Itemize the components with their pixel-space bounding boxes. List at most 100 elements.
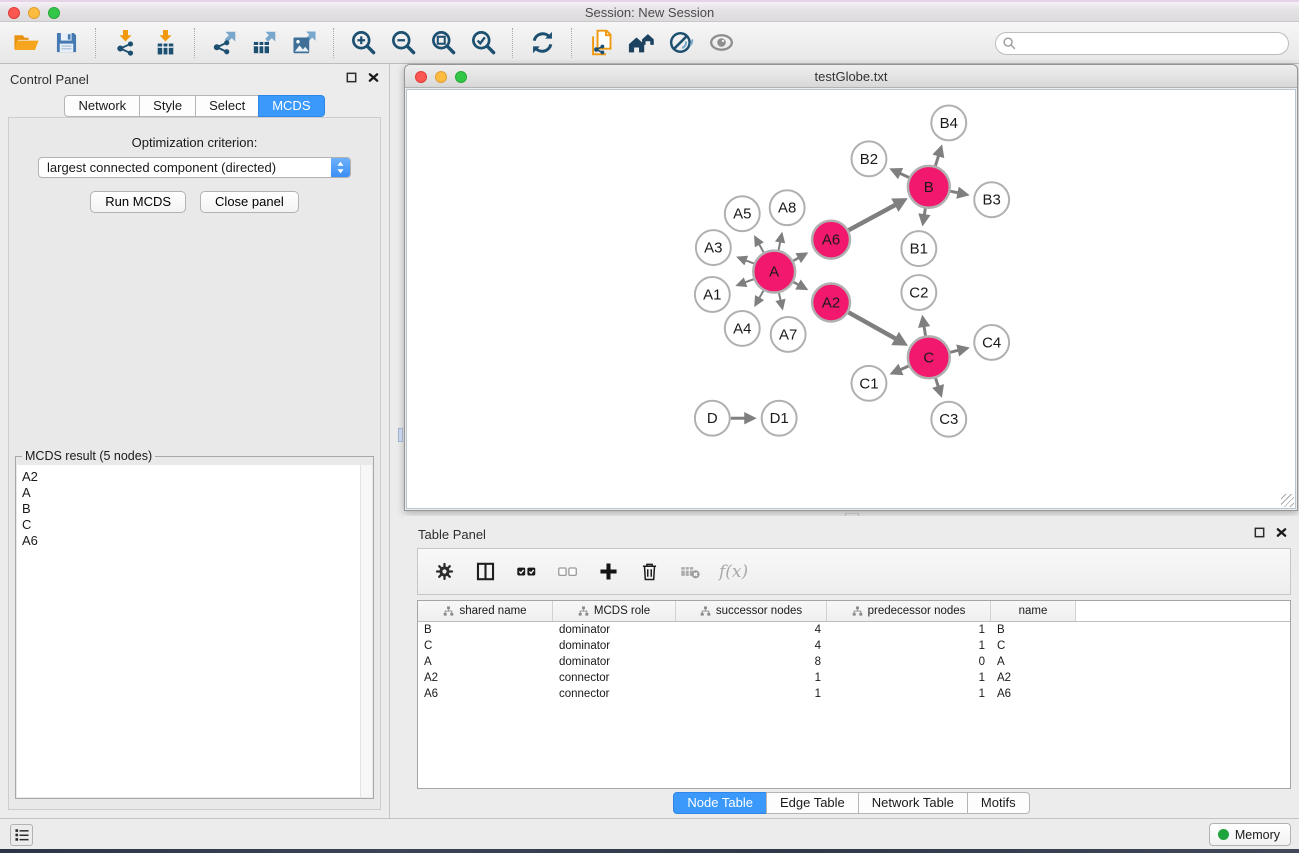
table-row[interactable]: Bdominator41B: [418, 622, 1290, 638]
search-input[interactable]: [1017, 34, 1288, 53]
zoom-out-button[interactable]: [383, 25, 423, 61]
table-cell[interactable]: A: [418, 654, 553, 670]
node-label-C2: C2: [909, 285, 928, 302]
toggle-graphics-details-icon: [668, 29, 695, 56]
tab-network[interactable]: Network: [64, 95, 140, 117]
table-cell[interactable]: 1: [676, 686, 827, 702]
table-cell[interactable]: B: [991, 622, 1076, 638]
tab-node-table[interactable]: Node Table: [673, 792, 767, 814]
table-cell[interactable]: A2: [418, 670, 553, 686]
column-header-predecessor-nodes[interactable]: predecessor nodes: [827, 601, 991, 621]
preview-eye-button[interactable]: [701, 25, 741, 61]
network-window-titlebar[interactable]: testGlobe.txt: [405, 65, 1297, 88]
memory-button[interactable]: Memory: [1209, 823, 1291, 846]
table-cell[interactable]: 0: [827, 654, 991, 670]
table-cell[interactable]: dominator: [553, 654, 676, 670]
column-header-successor-nodes[interactable]: successor nodes: [676, 601, 827, 621]
table-cell[interactable]: connector: [553, 686, 676, 702]
add-column-button[interactable]: [596, 560, 620, 584]
mcds-result-item[interactable]: C: [22, 517, 372, 533]
select-all-button[interactable]: [514, 560, 538, 584]
home-view-button[interactable]: [621, 25, 661, 61]
tab-mcds[interactable]: MCDS: [258, 95, 324, 117]
tab-select[interactable]: Select: [195, 95, 259, 117]
result-list-scrollbar[interactable]: [360, 465, 372, 797]
close-panel-icon[interactable]: [366, 70, 381, 85]
refresh-layout-button[interactable]: [522, 25, 562, 61]
clone-network-button[interactable]: [581, 25, 621, 61]
column-header-name[interactable]: name: [991, 601, 1076, 621]
zoom-in-button[interactable]: [343, 25, 383, 61]
tab-network-table[interactable]: Network Table: [858, 792, 968, 814]
table-cell[interactable]: A: [991, 654, 1076, 670]
node-label-B: B: [924, 179, 934, 196]
mcds-result-item[interactable]: A6: [22, 533, 372, 549]
zoom-selected-button[interactable]: [463, 25, 503, 61]
mcds-result-item[interactable]: B: [22, 501, 372, 517]
vertical-splitter-handle[interactable]: [398, 428, 403, 442]
table-cell[interactable]: dominator: [553, 622, 676, 638]
open-session-button[interactable]: [6, 25, 46, 61]
table-cell[interactable]: 1: [827, 670, 991, 686]
search-field[interactable]: [995, 32, 1289, 55]
table-cell[interactable]: A6: [418, 686, 553, 702]
toggle-graphics-details-button[interactable]: [661, 25, 701, 61]
table-settings-button[interactable]: [432, 560, 456, 584]
deselect-all-button[interactable]: [555, 560, 579, 584]
edge-arrow-D-D1: [744, 412, 756, 424]
function-builder-button[interactable]: f(x): [719, 562, 748, 582]
table-cell[interactable]: 1: [676, 670, 827, 686]
table-cell[interactable]: 1: [827, 686, 991, 702]
desktop-background-strip: [0, 849, 1299, 853]
window-resize-grip[interactable]: [1281, 494, 1294, 507]
import-network-button[interactable]: [105, 25, 145, 61]
table-cell[interactable]: C: [991, 638, 1076, 654]
column-header-mcds-role[interactable]: MCDS role: [553, 601, 676, 621]
zoom-out-icon: [390, 29, 417, 56]
mcds-result-list[interactable]: A2ABCA6: [17, 465, 372, 797]
table-row[interactable]: Adominator80A: [418, 654, 1290, 670]
export-image-button[interactable]: [284, 25, 324, 61]
table-cell[interactable]: 8: [676, 654, 827, 670]
edge-A2-C[interactable]: [848, 312, 896, 339]
table-row[interactable]: A6connector11A6: [418, 686, 1290, 702]
table-cell[interactable]: C: [418, 638, 553, 654]
delete-columns-button[interactable]: [637, 560, 661, 584]
table-cell[interactable]: connector: [553, 670, 676, 686]
close-table-panel-icon[interactable]: [1274, 525, 1289, 540]
table-cell[interactable]: dominator: [553, 638, 676, 654]
network-canvas[interactable]: B4B2BB3A8A5A6A3B1AA1C2A2A4A7C4CC1C3DD1: [406, 89, 1296, 509]
table-cell[interactable]: B: [418, 622, 553, 638]
table-cell[interactable]: 4: [676, 622, 827, 638]
toggle-panel-columns-icon: [475, 561, 496, 582]
close-panel-button[interactable]: Close panel: [200, 191, 299, 213]
table-row[interactable]: Cdominator41C: [418, 638, 1290, 654]
mcds-result-item[interactable]: A2: [22, 469, 372, 485]
toggle-panel-columns-button[interactable]: [473, 560, 497, 584]
table-row[interactable]: A2connector11A2: [418, 670, 1290, 686]
save-session-button[interactable]: [46, 25, 86, 61]
float-panel-icon[interactable]: [344, 70, 359, 85]
table-cell[interactable]: 4: [676, 638, 827, 654]
delete-table-button[interactable]: [678, 560, 702, 584]
show-panels-button[interactable]: [10, 824, 33, 846]
table-cell[interactable]: A6: [991, 686, 1076, 702]
run-mcds-button[interactable]: Run MCDS: [90, 191, 186, 213]
column-header-shared-name[interactable]: shared name: [418, 601, 553, 621]
tab-motifs[interactable]: Motifs: [967, 792, 1030, 814]
export-table-button[interactable]: [244, 25, 284, 61]
deselect-all-icon: [557, 561, 578, 582]
table-cell[interactable]: 1: [827, 638, 991, 654]
mcds-result-item[interactable]: A: [22, 485, 372, 501]
import-table-button[interactable]: [145, 25, 185, 61]
tab-edge-table[interactable]: Edge Table: [766, 792, 859, 814]
optimization-criterion-select[interactable]: largest connected component (directed): [38, 157, 351, 178]
table-cell[interactable]: 1: [827, 622, 991, 638]
export-network-button[interactable]: [204, 25, 244, 61]
float-table-panel-icon[interactable]: [1252, 525, 1267, 540]
list-icon: [13, 826, 31, 844]
edge-A6-B[interactable]: [849, 204, 897, 230]
zoom-fit-button[interactable]: [423, 25, 463, 61]
tab-style[interactable]: Style: [139, 95, 196, 117]
table-cell[interactable]: A2: [991, 670, 1076, 686]
